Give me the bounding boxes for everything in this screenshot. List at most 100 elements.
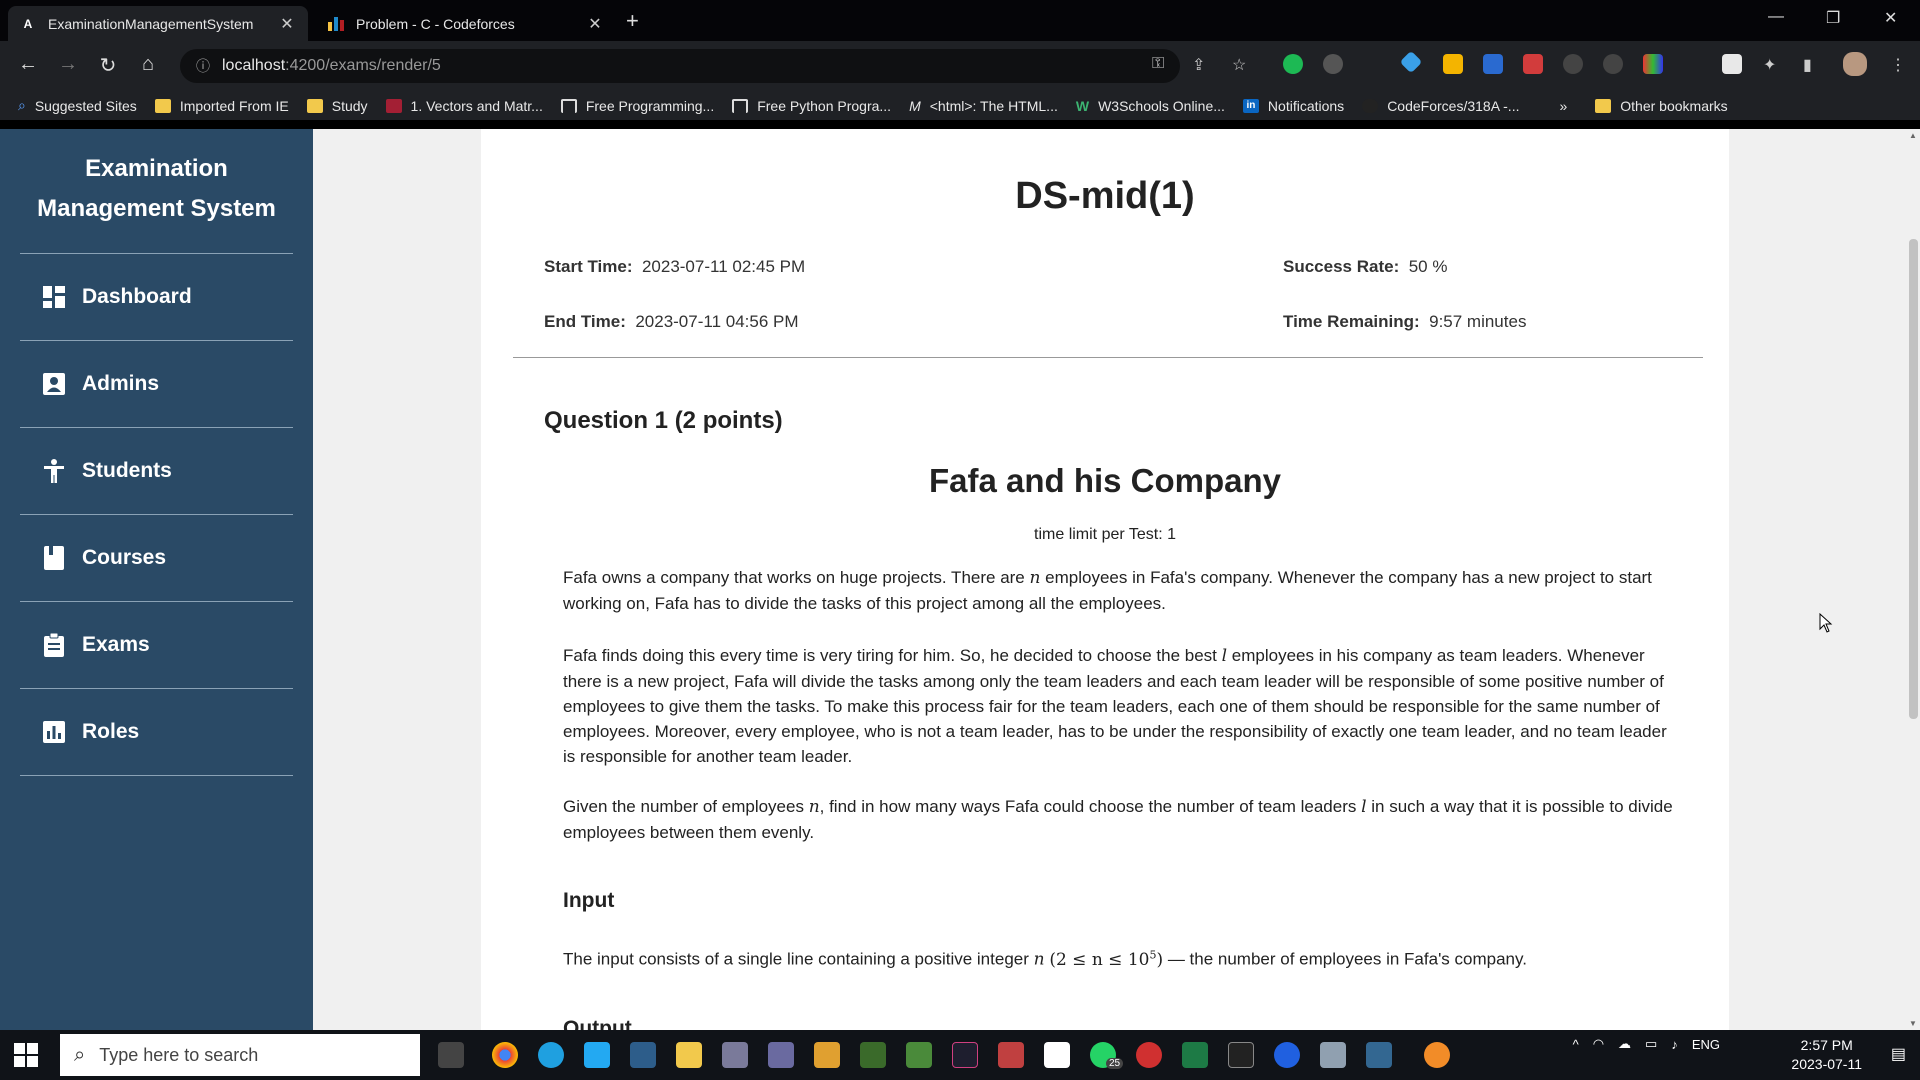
site-info-icon[interactable]: ⓘ	[196, 56, 210, 76]
close-icon[interactable]: ✕	[278, 14, 296, 34]
zoom-icon[interactable]	[1274, 1042, 1300, 1068]
scroll-down-icon[interactable]: ▼	[1909, 1019, 1917, 1028]
battery-icon[interactable]: ▭	[1645, 1036, 1657, 1052]
bookmark-mdn-html[interactable]: M <html>: The HTML...	[909, 98, 1058, 114]
sidebar-item-dashboard[interactable]: Dashboard	[0, 254, 313, 340]
sidebar-item-courses[interactable]: Courses	[0, 515, 313, 601]
search-icon: ⌕	[18, 97, 26, 113]
fcc-icon	[560, 98, 577, 113]
scroll-up-icon[interactable]: ▲	[1909, 131, 1917, 140]
s-extension-icon[interactable]	[1722, 54, 1742, 74]
sidebar-item-students[interactable]: Students	[0, 428, 313, 514]
avatar[interactable]	[1843, 52, 1867, 76]
input-heading: Input	[563, 889, 615, 912]
wifi-icon[interactable]: ◠	[1593, 1036, 1604, 1052]
bookmark-codeforces-318a[interactable]: CodeForces/318A -...	[1362, 98, 1519, 114]
cloud-icon[interactable]: ☁	[1618, 1036, 1631, 1052]
bookmark-notifications[interactable]: in Notifications	[1242, 98, 1344, 114]
book-icon	[42, 546, 66, 570]
start-time: Start Time: 2023-07-11 02:45 PM	[544, 257, 805, 277]
bookmark-free-programming[interactable]: Free Programming...	[560, 98, 714, 114]
extension-icon[interactable]	[1399, 50, 1423, 74]
math-constraint: (2 ≤ n ≤ 105)	[1049, 948, 1164, 970]
intellij-icon[interactable]	[952, 1042, 978, 1068]
bookmark-suggested-sites[interactable]: ⌕ Suggested Sites	[18, 97, 137, 114]
taskbar-search[interactable]: ⌕ Type here to search	[60, 1034, 420, 1076]
bookmark-free-python[interactable]: Free Python Progra...	[732, 98, 891, 114]
volume-icon[interactable]: ♪	[1671, 1037, 1678, 1052]
tab-exam-system[interactable]: A ExaminationManagementSystem ✕	[8, 6, 308, 41]
task-view-icon[interactable]	[438, 1042, 464, 1068]
extension-icon[interactable]	[1643, 54, 1663, 74]
reload-icon[interactable]: ↻	[96, 53, 120, 78]
forward-icon[interactable]: →	[56, 53, 80, 76]
time-remaining-value: 9:57 minutes	[1429, 312, 1527, 331]
pdf-icon[interactable]	[998, 1042, 1024, 1068]
problem-paragraph: Given the number of employees n, find in…	[563, 797, 1673, 842]
key-icon[interactable]: ⚿	[1152, 55, 1164, 73]
restore-icon[interactable]: ❐	[1826, 8, 1840, 28]
new-tab-button[interactable]: +	[626, 8, 639, 34]
sidebar-item-label: Students	[82, 459, 172, 482]
file-explorer-icon[interactable]	[676, 1042, 702, 1068]
language-indicator[interactable]: ENG	[1692, 1037, 1720, 1052]
app-icon[interactable]	[1424, 1042, 1450, 1068]
extension-badge-icon[interactable]	[1523, 54, 1543, 74]
chrome-icon[interactable]	[492, 1042, 518, 1068]
extension-new-icon[interactable]	[1483, 54, 1503, 74]
extension-icon[interactable]	[1563, 54, 1583, 74]
grammarly-icon[interactable]	[1283, 54, 1303, 74]
scrollbar-thumb[interactable]	[1909, 239, 1918, 719]
close-icon[interactable]: ✕	[586, 14, 604, 34]
bookmark-other[interactable]: Other bookmarks	[1595, 97, 1728, 114]
clock[interactable]: 2:57 PM 2023-07-11	[1791, 1036, 1862, 1074]
windows-start-icon[interactable]	[14, 1043, 38, 1067]
taskbar: ⌕ Type here to search 25 ^ ◠ ☁ ▭ ♪ ENG 2…	[0, 1030, 1920, 1080]
app-icon[interactable]	[906, 1042, 932, 1068]
system-tray: ^ ◠ ☁ ▭ ♪ ENG	[1573, 1036, 1720, 1052]
bookmark-w3schools[interactable]: W W3Schools Online...	[1076, 98, 1225, 114]
app-icon[interactable]	[768, 1042, 794, 1068]
excel-icon[interactable]	[1182, 1042, 1208, 1068]
vscode-icon[interactable]	[584, 1042, 610, 1068]
app-icon[interactable]	[860, 1042, 886, 1068]
notion-icon[interactable]	[1044, 1042, 1070, 1068]
close-window-icon[interactable]: ✕	[1884, 8, 1897, 28]
home-icon[interactable]: ⌂	[136, 53, 160, 76]
app-icon[interactable]	[1320, 1042, 1346, 1068]
bookmark-label: Imported From IE	[179, 97, 289, 114]
app-icon[interactable]	[722, 1042, 748, 1068]
app-icon[interactable]	[1136, 1042, 1162, 1068]
address-bar[interactable]: ⓘ localhost :4200/exams/render/5	[180, 49, 1180, 83]
tab-codeforces[interactable]: Problem - C - Codeforces ✕	[316, 6, 616, 41]
menu-icon[interactable]: ⋮	[1890, 55, 1906, 75]
chevron-up-icon[interactable]: ^	[1573, 1037, 1579, 1052]
bookmark-study[interactable]: Study	[306, 98, 368, 114]
bookmark-vectors[interactable]: 1. Vectors and Matr...	[385, 98, 543, 114]
terminal-icon[interactable]	[1228, 1042, 1254, 1068]
clock-time: 2:57 PM	[1800, 1037, 1853, 1053]
sidebar-item-exams[interactable]: Exams	[0, 602, 313, 688]
postgres-icon[interactable]	[1366, 1042, 1392, 1068]
app-icon[interactable]	[630, 1042, 656, 1068]
extension-icon[interactable]	[1603, 54, 1623, 74]
sidebar-item-roles[interactable]: Roles	[0, 689, 313, 775]
notification-center-icon[interactable]: ▤	[1891, 1044, 1906, 1064]
minimize-icon[interactable]: —	[1768, 8, 1784, 26]
sidebar-item-admins[interactable]: Admins	[0, 341, 313, 427]
star-icon[interactable]: ☆	[1232, 55, 1246, 75]
share-icon[interactable]: ⇪	[1192, 55, 1205, 75]
bookmark-label: Other bookmarks	[1620, 97, 1728, 114]
main-content[interactable]: DS-mid(1) Start Time: 2023-07-11 02:45 P…	[313, 129, 1907, 1030]
puzzle-icon[interactable]: ✦	[1763, 55, 1776, 75]
bookmark-imported-from-ie[interactable]: Imported From IE	[154, 97, 289, 114]
divider	[20, 775, 293, 776]
bookmarks-overflow-button[interactable]: »	[1559, 98, 1567, 114]
scrollbar[interactable]: ▲ ▼	[1907, 129, 1920, 1030]
back-icon[interactable]: ←	[16, 53, 40, 76]
edge-icon[interactable]	[538, 1042, 564, 1068]
extension-icon[interactable]	[1323, 54, 1343, 74]
drive-icon[interactable]	[1443, 54, 1463, 74]
side-panel-icon[interactable]: ▮	[1803, 55, 1812, 75]
app-icon[interactable]	[814, 1042, 840, 1068]
